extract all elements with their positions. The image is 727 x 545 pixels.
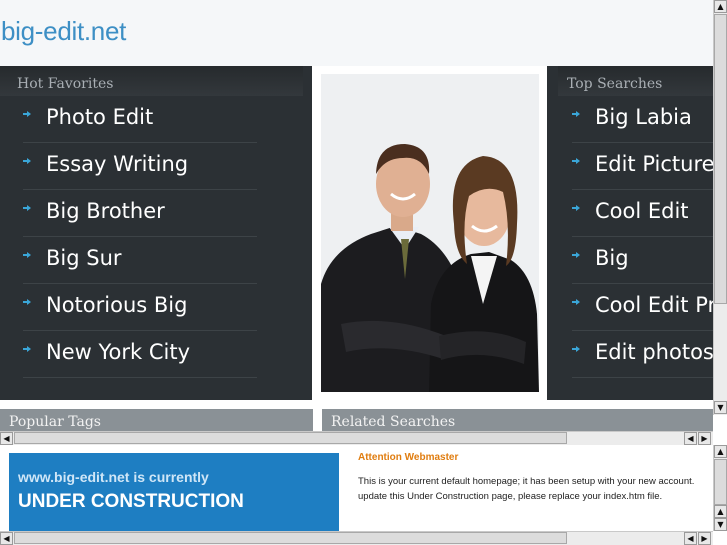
arrow-right-icon (23, 205, 31, 211)
scroll-left-button[interactable]: ◀ (0, 532, 13, 545)
list-item[interactable]: Edit Pictures (572, 143, 713, 190)
scroll-down-button[interactable]: ▼ (714, 518, 727, 531)
scroll-right-button[interactable]: ▶ (698, 432, 711, 445)
list-item[interactable]: Essay Writing (23, 143, 257, 190)
construction-line-2: UNDER CONSTRUCTION (18, 491, 244, 512)
arrow-right-icon (572, 205, 580, 211)
horizontal-scrollbar[interactable]: ◀ ◀ ▶ (0, 531, 713, 545)
site-header: big-edit.net (0, 0, 727, 66)
list-item[interactable]: Cool Edit (572, 190, 713, 237)
scroll-up-button[interactable]: ▲ (714, 0, 727, 13)
hot-favorites-heading: Hot Favorites (0, 66, 303, 96)
hot-favorites-column: Hot Favorites Photo Edit Essay Writing B… (0, 66, 303, 400)
horizontal-scrollbar[interactable]: ◀ ◀ ▶ (0, 431, 713, 445)
scroll-down-button[interactable]: ▼ (714, 401, 727, 414)
search-link[interactable]: Cool Edit (595, 199, 689, 223)
search-link[interactable]: Cool Edit Pro (595, 293, 713, 317)
list-item[interactable]: Big Labia (572, 96, 713, 143)
search-link[interactable]: Big (595, 246, 629, 270)
list-item[interactable]: Big Sur (23, 237, 257, 284)
favorite-link[interactable]: Notorious Big (46, 293, 187, 317)
scroll-right-button[interactable]: ▶ (698, 532, 711, 545)
arrow-right-icon (572, 346, 580, 352)
frame-vertical-scrollbar[interactable]: ▲ ▼ (713, 0, 727, 415)
attention-title: Attention Webmaster (358, 452, 459, 463)
list-item[interactable]: Notorious Big (23, 284, 257, 331)
arrow-right-icon (23, 346, 31, 352)
list-item[interactable]: Cool Edit Pro (572, 284, 713, 331)
scroll-thumb[interactable] (714, 459, 727, 505)
top-searches-column: Top Searches Big Labia Edit Pictures Coo… (558, 66, 713, 400)
list-item[interactable]: Big (572, 237, 713, 284)
site-title[interactable]: big-edit.net (1, 16, 126, 47)
arrow-right-icon (23, 111, 31, 117)
search-link[interactable]: Big Labia (595, 105, 692, 129)
scroll-thumb[interactable] (714, 14, 727, 304)
scroll-up-button[interactable]: ▲ (714, 445, 727, 458)
favorite-link[interactable]: Big Sur (46, 246, 122, 270)
scroll-up-button[interactable]: ▲ (714, 505, 727, 518)
photo-frame (312, 66, 547, 400)
favorite-link[interactable]: Big Brother (46, 199, 165, 223)
arrow-right-icon (572, 252, 580, 258)
under-construction-banner: www.big-edit.net is currently UNDER CONS… (9, 453, 339, 531)
arrow-right-icon (572, 158, 580, 164)
arrow-right-icon (572, 111, 580, 117)
list-item[interactable]: Edit photos (572, 331, 713, 378)
search-link[interactable]: Edit photos (595, 340, 713, 364)
construction-line-1: www.big-edit.net is currently (18, 469, 209, 485)
list-item[interactable]: Big Brother (23, 190, 257, 237)
top-searches-list: Big Labia Edit Pictures Cool Edit Big Co… (558, 96, 713, 378)
scroll-left-button[interactable]: ◀ (0, 432, 13, 445)
arrow-right-icon (23, 252, 31, 258)
search-link[interactable]: Edit Pictures (595, 152, 713, 176)
list-item[interactable]: New York City (23, 331, 257, 378)
list-item[interactable]: Photo Edit (23, 96, 257, 143)
favorite-link[interactable]: Essay Writing (46, 152, 188, 176)
people-illustration (321, 74, 539, 392)
arrow-right-icon (23, 299, 31, 305)
hot-favorites-list: Photo Edit Essay Writing Big Brother Big… (0, 96, 257, 378)
business-people-photo (321, 74, 539, 392)
favorite-link[interactable]: New York City (46, 340, 190, 364)
scroll-thumb[interactable] (14, 532, 567, 544)
scroll-left-button[interactable]: ◀ (684, 432, 697, 445)
lower-vertical-scrollbar[interactable]: ▲ ▲ ▼ (713, 445, 727, 531)
attention-text: This is your current default homepage; i… (358, 476, 695, 502)
arrow-right-icon (572, 299, 580, 305)
scroll-left-button[interactable]: ◀ (684, 532, 697, 545)
favorite-link[interactable]: Photo Edit (46, 105, 153, 129)
popular-tags-bar: Popular Tags (0, 409, 313, 431)
scroll-thumb[interactable] (14, 432, 567, 444)
top-searches-heading: Top Searches (558, 66, 713, 96)
related-searches-bar: Related Searches (322, 409, 713, 431)
arrow-right-icon (23, 158, 31, 164)
